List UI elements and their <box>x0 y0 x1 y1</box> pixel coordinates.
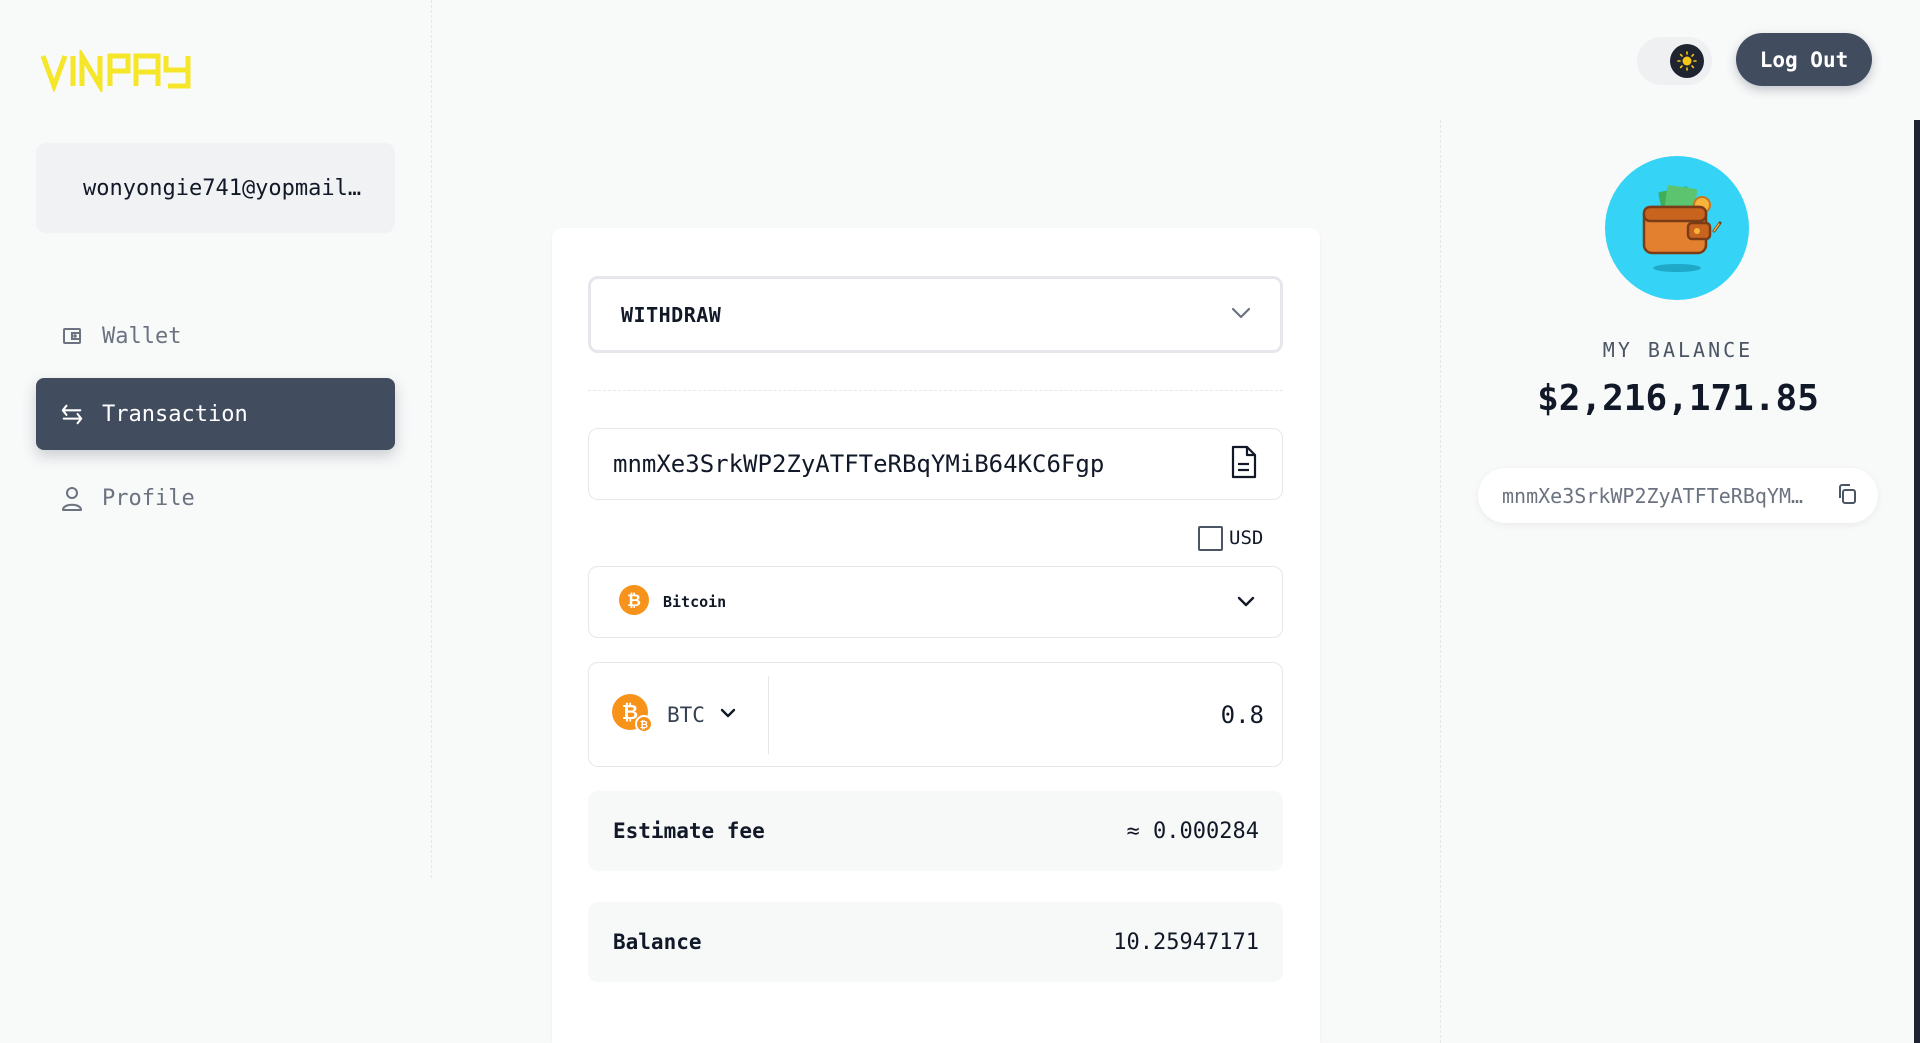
wallet-avatar <box>1605 156 1749 300</box>
sidebar-item-profile[interactable]: Profile <box>36 462 395 534</box>
balance-row: Balance 10.25947171 <box>588 902 1283 982</box>
sidebar-item-transaction[interactable]: Transaction <box>36 378 395 450</box>
vinpay-logo[interactable] <box>40 46 216 96</box>
transaction-type-value: WITHDRAW <box>621 302 722 327</box>
usd-checkbox[interactable] <box>1198 525 1223 551</box>
user-account-card[interactable]: wonyongie741@yopmail.com <box>36 143 395 233</box>
coin-select[interactable]: ₿ Bitcoin <box>588 566 1283 638</box>
bitcoin-icon: ₿ ₿ <box>611 693 653 737</box>
estimate-fee-label: Estimate fee <box>613 819 765 843</box>
theme-toggle[interactable] <box>1637 37 1712 85</box>
sun-icon <box>1670 44 1704 78</box>
app-root: wonyongie741@yopmail.com Wallet <box>0 0 1920 1043</box>
sidebar-item-label: Wallet <box>102 323 182 349</box>
chevron-down-icon <box>1230 305 1252 324</box>
transfer-arrows-icon <box>60 402 84 426</box>
usd-label: USD <box>1229 527 1264 549</box>
estimate-fee-value: ≈ 0.000284 <box>1126 818 1259 844</box>
currency-select[interactable]: ₿ ₿ BTC <box>589 675 769 754</box>
recipient-address-field <box>588 428 1283 500</box>
balance-panel: MY BALANCE $2,216,171.85 mnmXe3SrkWP2ZyA… <box>1440 120 1880 1043</box>
sidebar-item-label: Profile <box>102 485 195 511</box>
svg-text:₿: ₿ <box>640 719 648 731</box>
logout-button[interactable]: Log Out <box>1736 33 1872 86</box>
balance-value: 10.25947171 <box>1113 929 1259 955</box>
paste-document-icon[interactable] <box>1230 445 1258 483</box>
recipient-address-input[interactable] <box>613 450 1193 478</box>
transaction-type-select[interactable]: WITHDRAW <box>588 276 1283 353</box>
balance-label: Balance <box>613 930 702 954</box>
bitcoin-icon: ₿ <box>619 585 649 619</box>
coin-select-value: ₿ Bitcoin <box>619 585 726 619</box>
coin-name: Bitcoin <box>663 593 727 611</box>
scrollbar[interactable] <box>1914 120 1920 1043</box>
wallet-icon <box>60 324 84 348</box>
user-icon <box>60 486 84 511</box>
chevron-down-icon <box>1236 593 1256 612</box>
currency-code: BTC <box>667 702 705 727</box>
user-email: wonyongie741@yopmail.com <box>83 175 363 201</box>
amount-field: ₿ ₿ BTC <box>588 662 1283 767</box>
wallet-address: mnmXe3SrkWP2ZyATFTeRBqYMiB64KC6Fgp <box>1502 483 1812 508</box>
wallet-illustration-icon <box>1642 185 1722 272</box>
estimate-fee-row: Estimate fee ≈ 0.000284 <box>588 791 1283 871</box>
transaction-card: WITHDRAW USD <box>552 228 1320 1043</box>
sidebar-item-label: Transaction <box>102 401 248 427</box>
divider <box>588 390 1283 391</box>
sidebar-item-wallet[interactable]: Wallet <box>36 306 395 366</box>
svg-text:₿: ₿ <box>627 591 641 611</box>
amount-input[interactable] <box>769 675 1282 754</box>
sidebar-nav: Wallet Transaction Profile <box>36 306 395 546</box>
svg-text:₿: ₿ <box>622 700 638 724</box>
copy-icon[interactable] <box>1836 483 1858 509</box>
usd-toggle-row: USD <box>1198 524 1263 552</box>
balance-title: MY BALANCE <box>1602 338 1754 362</box>
wallet-address-pill: mnmXe3SrkWP2ZyATFTeRBqYMiB64KC6Fgp <box>1478 468 1878 523</box>
chevron-down-icon <box>719 705 737 724</box>
total-balance: $2,216,171.85 <box>1537 378 1819 419</box>
sidebar: wonyongie741@yopmail.com Wallet <box>0 0 432 878</box>
